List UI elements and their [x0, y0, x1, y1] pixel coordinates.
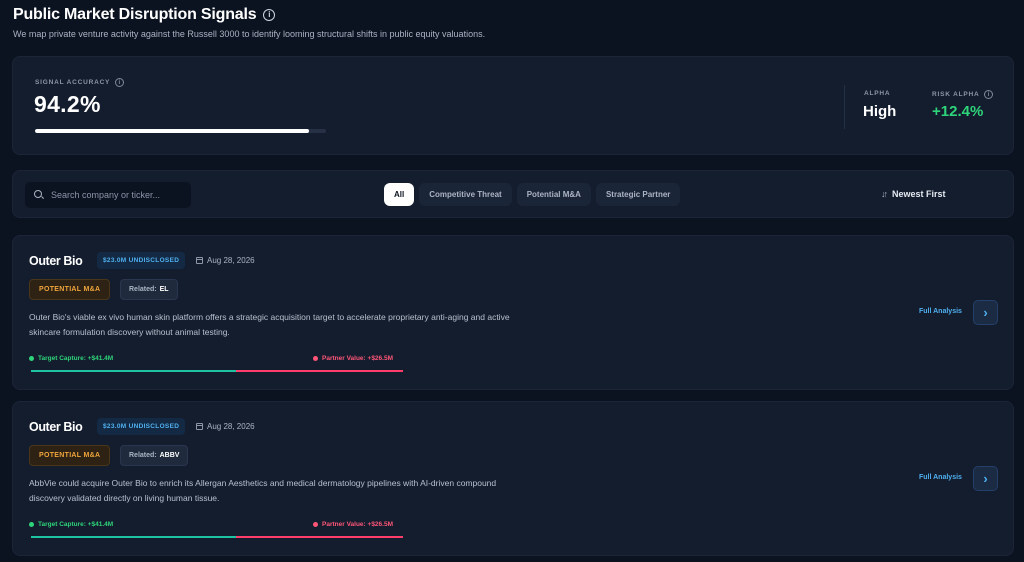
- related-prefix: Related:: [129, 452, 157, 459]
- target-capture-text: Target Capture: +$41.4M: [38, 355, 114, 362]
- related-prefix: Related:: [129, 286, 157, 293]
- page-subtitle: We map private venture activity against …: [13, 29, 486, 39]
- tab-potential-ma[interactable]: Potential M&A: [516, 183, 591, 206]
- full-analysis-link[interactable]: Full Analysis: [919, 308, 962, 315]
- chevron-right-icon[interactable]: ›: [973, 466, 998, 491]
- company-name: Outer Bio: [29, 420, 83, 434]
- tab-strategic-partner[interactable]: Strategic Partner: [595, 183, 681, 206]
- sort-label: Newest First: [892, 189, 946, 199]
- full-analysis-link[interactable]: Full Analysis: [919, 474, 962, 481]
- partner-value-text: Partner Value: +$26.5M: [322, 355, 393, 362]
- funding-badge: $23.0M UNDISCLOSED: [97, 252, 186, 269]
- company-name: Outer Bio: [29, 254, 83, 268]
- risk-alpha-label: RISK ALPHA i: [932, 90, 994, 99]
- search-icon: [34, 190, 44, 200]
- info-icon[interactable]: i: [984, 90, 994, 99]
- related-ticker: ABBV: [159, 452, 180, 459]
- partner-value: Partner Value: +$26.5M: [313, 355, 393, 362]
- target-capture-text: Target Capture: +$41.4M: [38, 521, 114, 528]
- stats-panel: SIGNAL ACCURACY i 94.2% ALPHA High RISK …: [12, 56, 1014, 155]
- signal-date: Aug 28, 2026: [196, 422, 255, 431]
- related-ticker: EL: [159, 286, 169, 293]
- signal-card[interactable]: Outer Bio $23.0M UNDISCLOSED Aug 28, 202…: [12, 235, 1014, 390]
- signal-accuracy-bar-fill: [35, 129, 310, 133]
- green-dot-icon: [29, 356, 34, 361]
- alpha-label: ALPHA: [864, 90, 890, 97]
- calendar-icon: [196, 423, 203, 430]
- signal-card[interactable]: Outer Bio $23.0M UNDISCLOSED Aug 28, 202…: [12, 401, 1014, 556]
- tab-competitive-threat[interactable]: Competitive Threat: [419, 183, 512, 206]
- partner-value-segment: [235, 536, 403, 538]
- risk-alpha-label-text: RISK ALPHA: [932, 91, 980, 98]
- signal-type-badge: POTENTIAL M&A: [29, 445, 111, 466]
- target-capture: Target Capture: +$41.4M: [29, 521, 113, 528]
- chevron-right-icon[interactable]: ›: [973, 300, 998, 325]
- value-split-bar: [31, 536, 403, 538]
- calendar-icon: [196, 257, 203, 264]
- sort-arrows-icon: ↓↑: [881, 189, 888, 199]
- page-header: Public Market Disruption Signals i We ma…: [13, 6, 485, 39]
- target-capture-segment: [31, 370, 236, 372]
- risk-alpha-value: +12.4%: [932, 103, 984, 120]
- red-dot-icon: [313, 522, 318, 527]
- partner-value: Partner Value: +$26.5M: [313, 521, 393, 528]
- signal-accuracy-label-text: SIGNAL ACCURACY: [35, 79, 111, 86]
- target-capture-segment: [31, 536, 236, 538]
- sort-button[interactable]: ↓↑ Newest First: [881, 189, 946, 199]
- search-box[interactable]: [25, 182, 191, 208]
- signal-date: Aug 28, 2026: [196, 256, 255, 265]
- tab-all[interactable]: All: [384, 183, 415, 206]
- signal-type-badge: POTENTIAL M&A: [29, 279, 111, 300]
- info-icon[interactable]: i: [263, 9, 276, 21]
- signal-date-text: Aug 28, 2026: [207, 422, 255, 431]
- alpha-value: High: [863, 103, 897, 120]
- page-title: Public Market Disruption Signals: [13, 6, 257, 23]
- filter-bar: All Competitive Threat Potential M&A Str…: [12, 170, 1014, 218]
- target-capture: Target Capture: +$41.4M: [29, 355, 113, 362]
- info-icon[interactable]: i: [115, 78, 125, 87]
- green-dot-icon: [29, 522, 34, 527]
- filter-tabs: All Competitive Threat Potential M&A Str…: [384, 183, 681, 206]
- divider: [844, 85, 845, 129]
- related-ticker-badge[interactable]: Related: ABBV: [120, 445, 189, 466]
- search-input[interactable]: [51, 190, 181, 200]
- signal-accuracy-value: 94.2%: [34, 91, 101, 117]
- signal-accuracy-bar: [35, 129, 326, 133]
- partner-value-text: Partner Value: +$26.5M: [322, 521, 393, 528]
- signal-accuracy-label: SIGNAL ACCURACY i: [35, 78, 125, 87]
- signal-description: AbbVie could acquire Outer Bio to enrich…: [29, 478, 497, 503]
- alpha-label-text: ALPHA: [864, 90, 891, 97]
- funding-badge: $23.0M UNDISCLOSED: [97, 418, 186, 435]
- value-split-bar: [31, 370, 403, 372]
- red-dot-icon: [313, 356, 318, 361]
- related-ticker-badge[interactable]: Related: EL: [120, 279, 178, 300]
- partner-value-segment: [235, 370, 403, 372]
- signal-date-text: Aug 28, 2026: [207, 256, 255, 265]
- signal-description: Outer Bio's viable ex vivo human skin pl…: [29, 312, 510, 337]
